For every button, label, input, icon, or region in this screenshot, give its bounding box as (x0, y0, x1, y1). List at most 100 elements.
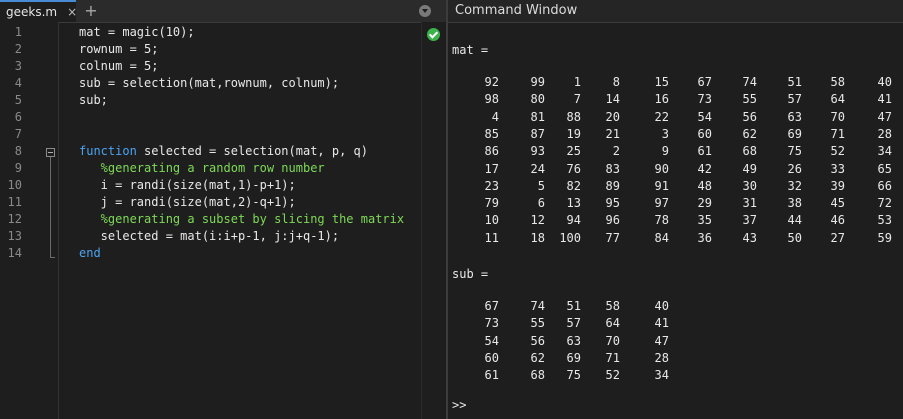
code-line[interactable]: mat = magic(10); (79, 24, 195, 41)
code-token: colnum = 5; (79, 59, 159, 73)
tab-geeks-m[interactable]: geeks.m × (0, 0, 77, 22)
matrix-cell: 48 (697, 178, 712, 193)
matrix-cell: 32 (787, 178, 802, 193)
matrix-cell: 24 (530, 161, 545, 176)
code-line[interactable]: i = randi(size(mat,1)-p+1); (79, 177, 296, 194)
matrix-cell: 51 (787, 75, 802, 89)
matrix-cell: 47 (654, 333, 669, 348)
matrix-cell: 27 (830, 230, 845, 245)
matrix-cell: 49 (742, 161, 757, 176)
matrix-cell: 55 (530, 316, 545, 331)
matrix-cell: 42 (697, 161, 712, 176)
matrix-cell: 36 (697, 230, 712, 245)
line-number: 13 (7, 229, 22, 243)
code-analyzer-strip (421, 22, 447, 419)
code-line[interactable]: selected = mat(i:i+p-1, j:j+q-1); (79, 228, 339, 245)
close-icon[interactable]: × (67, 5, 77, 19)
command-prompt[interactable]: >> (452, 398, 466, 412)
command-window[interactable]: Command Window mat = 92 99 1 8 15 67 74 51 58 40 9… (448, 0, 903, 419)
fold-toggle-icon[interactable] (46, 148, 55, 157)
command-window-title: Command Window (455, 3, 578, 18)
matrix-cell: 62 (530, 350, 545, 365)
matrix-cell: 64 (605, 316, 620, 331)
matrix-cell: 61 (697, 144, 712, 159)
matrix-cell: 81 (530, 109, 545, 124)
line-number: 14 (7, 246, 22, 260)
matrix-cell: 17 (484, 161, 499, 176)
matrix-cell: 37 (742, 213, 757, 228)
matrix-cell: 28 (654, 350, 669, 365)
editor-pane[interactable]: geeks.m × + 1 2 3 4 5 6 7 8 9 10 11 12 13 14 mat = ma… (0, 0, 447, 419)
matrix-cell: 52 (830, 144, 845, 159)
matrix-cell: 95 (605, 196, 620, 211)
code-line[interactable]: end (79, 245, 101, 262)
matrix-cell: 59 (877, 230, 892, 245)
sub-output-label: sub = (452, 267, 489, 281)
matrix-cell: 44 (787, 213, 802, 228)
editor-tab-bar: geeks.m × + (0, 0, 446, 23)
matrix-cell: 98 (484, 92, 499, 107)
code-line[interactable]: colnum = 5; (79, 58, 158, 75)
check-icon[interactable] (427, 28, 440, 41)
matrix-cell: 51 (566, 299, 581, 313)
matrix-cell: 68 (530, 368, 545, 383)
code-line[interactable]: j = randi(size(mat,2)-q+1); (79, 194, 296, 211)
matrix-cell: 84 (654, 230, 669, 245)
tab-label: geeks.m (6, 5, 58, 19)
line-number: 6 (14, 110, 22, 124)
chevron-down-icon[interactable] (419, 5, 431, 17)
code-line[interactable]: sub; (79, 92, 108, 109)
matrix-cell: 97 (654, 196, 669, 211)
matrix-cell: 78 (654, 213, 669, 228)
matrix-cell: 58 (830, 75, 845, 89)
code-line[interactable]: sub = selection(mat,rownum, colnum); (79, 75, 339, 92)
code-area[interactable]: mat = magic(10); rownum = 5; colnum = 5; su… (59, 22, 421, 419)
fold-guide (50, 157, 55, 258)
matrix-cell: 43 (742, 230, 757, 245)
matrix-cell: 85 (484, 126, 499, 141)
matrix-cell: 88 (566, 109, 581, 124)
code-line[interactable]: %generating a random row number (79, 160, 325, 177)
matrix-cell: 38 (787, 196, 802, 211)
matrix-cell: 70 (605, 333, 620, 348)
mat-output-label: mat = (452, 43, 489, 57)
line-number: 2 (14, 42, 22, 56)
matrix-cell: 55 (742, 92, 757, 107)
code-token: mat = magic(10); (79, 25, 195, 39)
matrix-cell: 62 (742, 126, 757, 141)
code-token: j = randi(size(mat,2)-q+1); (79, 195, 296, 209)
matrix-cell: 40 (877, 75, 892, 89)
matrix-cell: 99 (530, 75, 545, 89)
matrix-cell: 6 (537, 196, 545, 211)
code-token: selected = mat(i:i+p-1, j:j+q-1); (79, 229, 340, 243)
matrix-cell: 79 (484, 196, 499, 211)
line-number: 12 (7, 212, 22, 226)
matrix-cell: 65 (877, 161, 892, 176)
matrix-cell: 34 (877, 144, 892, 159)
line-number: 8 (14, 144, 22, 158)
matrix-cell: 8 (612, 75, 620, 89)
add-tab-icon[interactable]: + (83, 1, 99, 21)
code-token: selected = selection(mat, p, q) (136, 144, 368, 158)
matrix-cell: 26 (787, 161, 802, 176)
matrix-cell: 73 (484, 316, 499, 331)
matrix-cell: 45 (830, 196, 845, 211)
code-token: rownum = 5; (79, 42, 159, 56)
matrix-cell: 83 (605, 161, 620, 176)
matrix-cell: 74 (530, 299, 545, 313)
code-line[interactable]: rownum = 5; (79, 41, 158, 58)
code-line[interactable]: function selected = selection(mat, p, q) (79, 143, 368, 160)
code-line[interactable]: %generating a subset by slicing the matr… (79, 211, 404, 228)
matrix-cell: 76 (566, 161, 581, 176)
matrix-cell: 33 (830, 161, 845, 176)
matrix-cell: 31 (742, 196, 757, 211)
code-token: sub = selection(mat,rownum, colnum); (79, 76, 340, 90)
matrix-cell: 71 (830, 126, 845, 141)
matrix-cell: 67 (484, 299, 499, 313)
matrix-cell: 29 (697, 196, 712, 211)
matrix-cell: 75 (566, 368, 581, 383)
matrix-cell: 13 (566, 196, 581, 211)
matrix-cell: 7 (573, 92, 581, 107)
matrix-cell: 86 (484, 144, 499, 159)
matrix-cell: 63 (787, 109, 802, 124)
